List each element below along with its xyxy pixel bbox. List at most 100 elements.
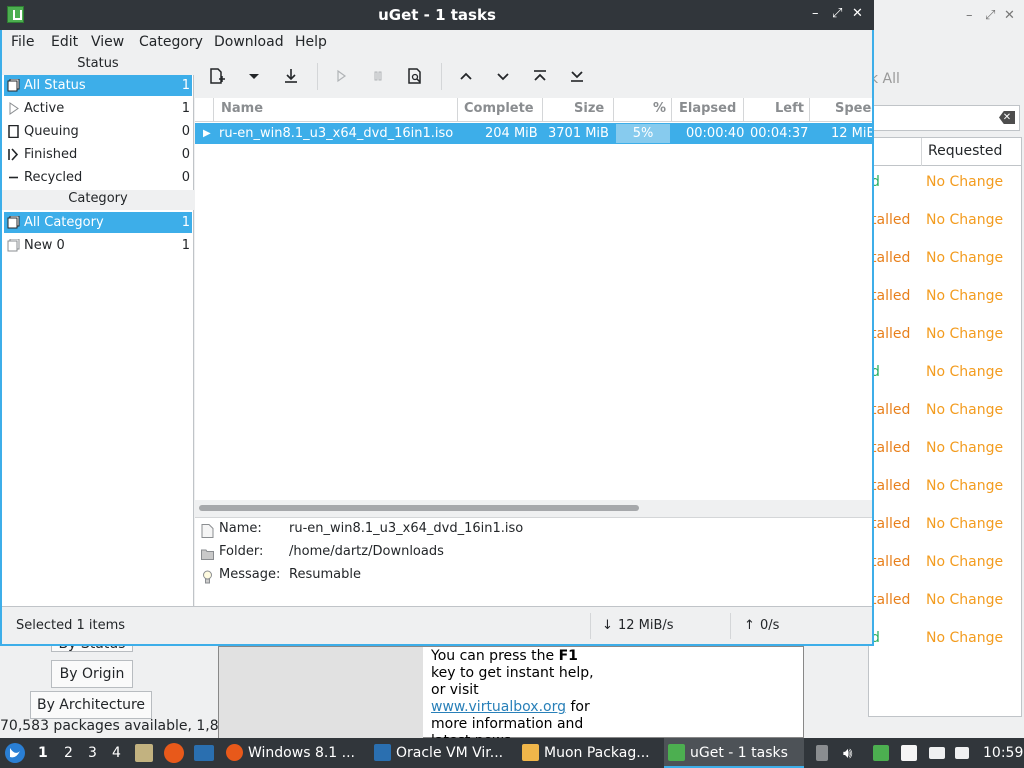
status-item-all[interactable]: All Status 1 bbox=[4, 75, 192, 96]
task-label: uGet - 1 tasks bbox=[690, 745, 788, 761]
start-icon[interactable] bbox=[331, 66, 351, 86]
firefox-icon bbox=[226, 744, 243, 761]
column-complete[interactable]: Complete bbox=[464, 101, 534, 116]
network-tray-icon[interactable] bbox=[955, 747, 969, 759]
menu-download[interactable]: Download bbox=[214, 34, 284, 50]
muon-package-row[interactable]: d No Change bbox=[869, 356, 1021, 394]
uget-tray-icon[interactable] bbox=[873, 745, 889, 761]
muon-package-row[interactable]: d No Change bbox=[869, 166, 1021, 204]
status-item-queuing[interactable]: Queuing 0 bbox=[4, 121, 192, 142]
move-up-icon[interactable] bbox=[456, 66, 476, 86]
task-uget[interactable]: uGet - 1 tasks bbox=[664, 738, 804, 768]
all-status-icon bbox=[7, 79, 20, 92]
desktop-3[interactable]: 3 bbox=[88, 738, 97, 768]
minimize-icon[interactable]: – bbox=[812, 6, 819, 21]
muon-package-row[interactable]: talled No Change bbox=[869, 280, 1021, 318]
package-status: talled bbox=[871, 402, 911, 418]
desktop-4[interactable]: 4 bbox=[112, 738, 121, 768]
desktop-1[interactable]: 1 bbox=[38, 738, 52, 768]
desktop-2[interactable]: 2 bbox=[64, 738, 73, 768]
muon-package-row[interactable]: talled No Change bbox=[869, 394, 1021, 432]
clear-search-icon[interactable]: ✕ bbox=[999, 111, 1015, 124]
volume-icon[interactable]: 🔊︎ bbox=[843, 738, 852, 768]
status-item-recycled[interactable]: Recycled 0 bbox=[4, 167, 192, 188]
new-download-icon[interactable] bbox=[207, 66, 227, 86]
move-bottom-icon[interactable] bbox=[567, 66, 587, 86]
menu-file[interactable]: File bbox=[11, 34, 34, 50]
muon-search-input[interactable]: ✕ bbox=[868, 105, 1020, 131]
display-tray-icon[interactable] bbox=[929, 747, 945, 759]
muon-package-row[interactable]: talled No Change bbox=[869, 242, 1021, 280]
firefox-launcher-icon[interactable] bbox=[164, 743, 184, 763]
task-oracle-vm[interactable]: Oracle VM Vir... bbox=[370, 738, 510, 768]
download-icon[interactable] bbox=[281, 66, 301, 86]
status-count: 0 bbox=[181, 124, 190, 139]
dropdown-arrow-icon[interactable] bbox=[244, 66, 264, 86]
task-muon[interactable]: Muon Packag... bbox=[518, 738, 658, 768]
column-name[interactable]: Name bbox=[221, 101, 263, 116]
window-title: uGet - 1 tasks bbox=[378, 6, 496, 24]
muon-package-row[interactable]: talled No Change bbox=[869, 204, 1021, 242]
selected-items-text: Selected 1 items bbox=[16, 618, 126, 633]
menu-category[interactable]: Category bbox=[139, 34, 203, 50]
menu-view[interactable]: View bbox=[91, 34, 124, 50]
status-item-active[interactable]: Active 1 bbox=[4, 98, 192, 119]
virtualbox-link[interactable]: www.virtualbox.org bbox=[431, 699, 566, 715]
muon-package-row[interactable]: talled No Change bbox=[869, 432, 1021, 470]
play-outline-icon bbox=[9, 102, 19, 115]
status-item-finished[interactable]: Finished 0 bbox=[4, 144, 192, 165]
move-down-icon[interactable] bbox=[493, 66, 513, 86]
package-requested: No Change bbox=[926, 326, 1004, 342]
by-origin-button[interactable]: By Origin bbox=[51, 660, 133, 688]
mark-all-button[interactable]: k All bbox=[870, 71, 900, 87]
application-menu-icon[interactable] bbox=[4, 742, 26, 764]
column-left[interactable]: Left bbox=[775, 101, 804, 116]
download-speed-total: 12 MiB/s bbox=[618, 618, 674, 633]
category-count: 1 bbox=[181, 238, 190, 253]
row-expand-icon[interactable]: ▶ bbox=[203, 123, 211, 144]
muon-maximize-icon[interactable]: ⤢ bbox=[985, 8, 995, 23]
details-panel: Name: ru-en_win8.1_u3_x64_dvd_16in1.iso … bbox=[195, 517, 872, 606]
download-percent: 5% bbox=[616, 124, 670, 143]
column-percent[interactable]: % bbox=[653, 101, 666, 116]
package-requested: No Change bbox=[926, 554, 1004, 570]
scrollbar-thumb[interactable] bbox=[199, 505, 639, 511]
details-folder-key: Folder: bbox=[219, 544, 264, 559]
muon-package-row[interactable]: talled No Change bbox=[869, 584, 1021, 622]
category-item-new[interactable]: New 0 1 bbox=[4, 235, 192, 256]
package-status: talled bbox=[871, 326, 911, 342]
taskbar: 1 2 3 4 Windows 8.1 ... Oracle VM Vir...… bbox=[0, 738, 1024, 768]
category-item-all[interactable]: All Category 1 bbox=[4, 212, 192, 233]
muon-package-row[interactable]: talled No Change bbox=[869, 508, 1021, 546]
horizontal-scrollbar[interactable] bbox=[195, 500, 872, 516]
package-status: talled bbox=[871, 440, 911, 456]
move-top-icon[interactable] bbox=[530, 66, 550, 86]
pause-icon[interactable] bbox=[368, 66, 388, 86]
category-label: All Category bbox=[24, 215, 104, 230]
properties-icon[interactable] bbox=[405, 66, 425, 86]
category-label: New 0 bbox=[24, 238, 65, 253]
task-windows-firefox[interactable]: Windows 8.1 ... bbox=[222, 738, 362, 768]
close-icon[interactable]: ✕ bbox=[852, 6, 863, 21]
requested-column-header[interactable]: Requested bbox=[928, 143, 1002, 159]
muon-package-row[interactable]: talled No Change bbox=[869, 546, 1021, 584]
column-size[interactable]: Size bbox=[574, 101, 604, 116]
by-architecture-button[interactable]: By Architecture bbox=[30, 691, 152, 719]
column-speed[interactable]: Speed bbox=[835, 101, 872, 116]
muon-package-row[interactable]: talled No Change bbox=[869, 318, 1021, 356]
clipboard-tray-icon[interactable] bbox=[816, 745, 828, 761]
menu-help[interactable]: Help bbox=[295, 34, 327, 50]
notes-tray-icon[interactable] bbox=[901, 745, 917, 761]
muon-minimize-icon[interactable]: – bbox=[966, 8, 973, 23]
maximize-icon[interactable]: ⤢ bbox=[832, 6, 842, 21]
download-left: 00:04:37 bbox=[750, 126, 809, 141]
download-row[interactable]: ▶ ru-en_win8.1_u3_x64_dvd_16in1.iso 204 … bbox=[195, 123, 872, 144]
file-manager-launcher-icon[interactable] bbox=[135, 744, 153, 762]
muon-close-icon[interactable]: ✕ bbox=[1004, 8, 1015, 23]
muon-package-row[interactable]: talled No Change bbox=[869, 470, 1021, 508]
menu-edit[interactable]: Edit bbox=[51, 34, 78, 50]
minus-icon bbox=[9, 176, 18, 179]
show-desktop-icon[interactable] bbox=[194, 745, 214, 761]
column-elapsed[interactable]: Elapsed bbox=[679, 101, 736, 116]
muon-package-row[interactable]: d No Change bbox=[869, 622, 1021, 660]
